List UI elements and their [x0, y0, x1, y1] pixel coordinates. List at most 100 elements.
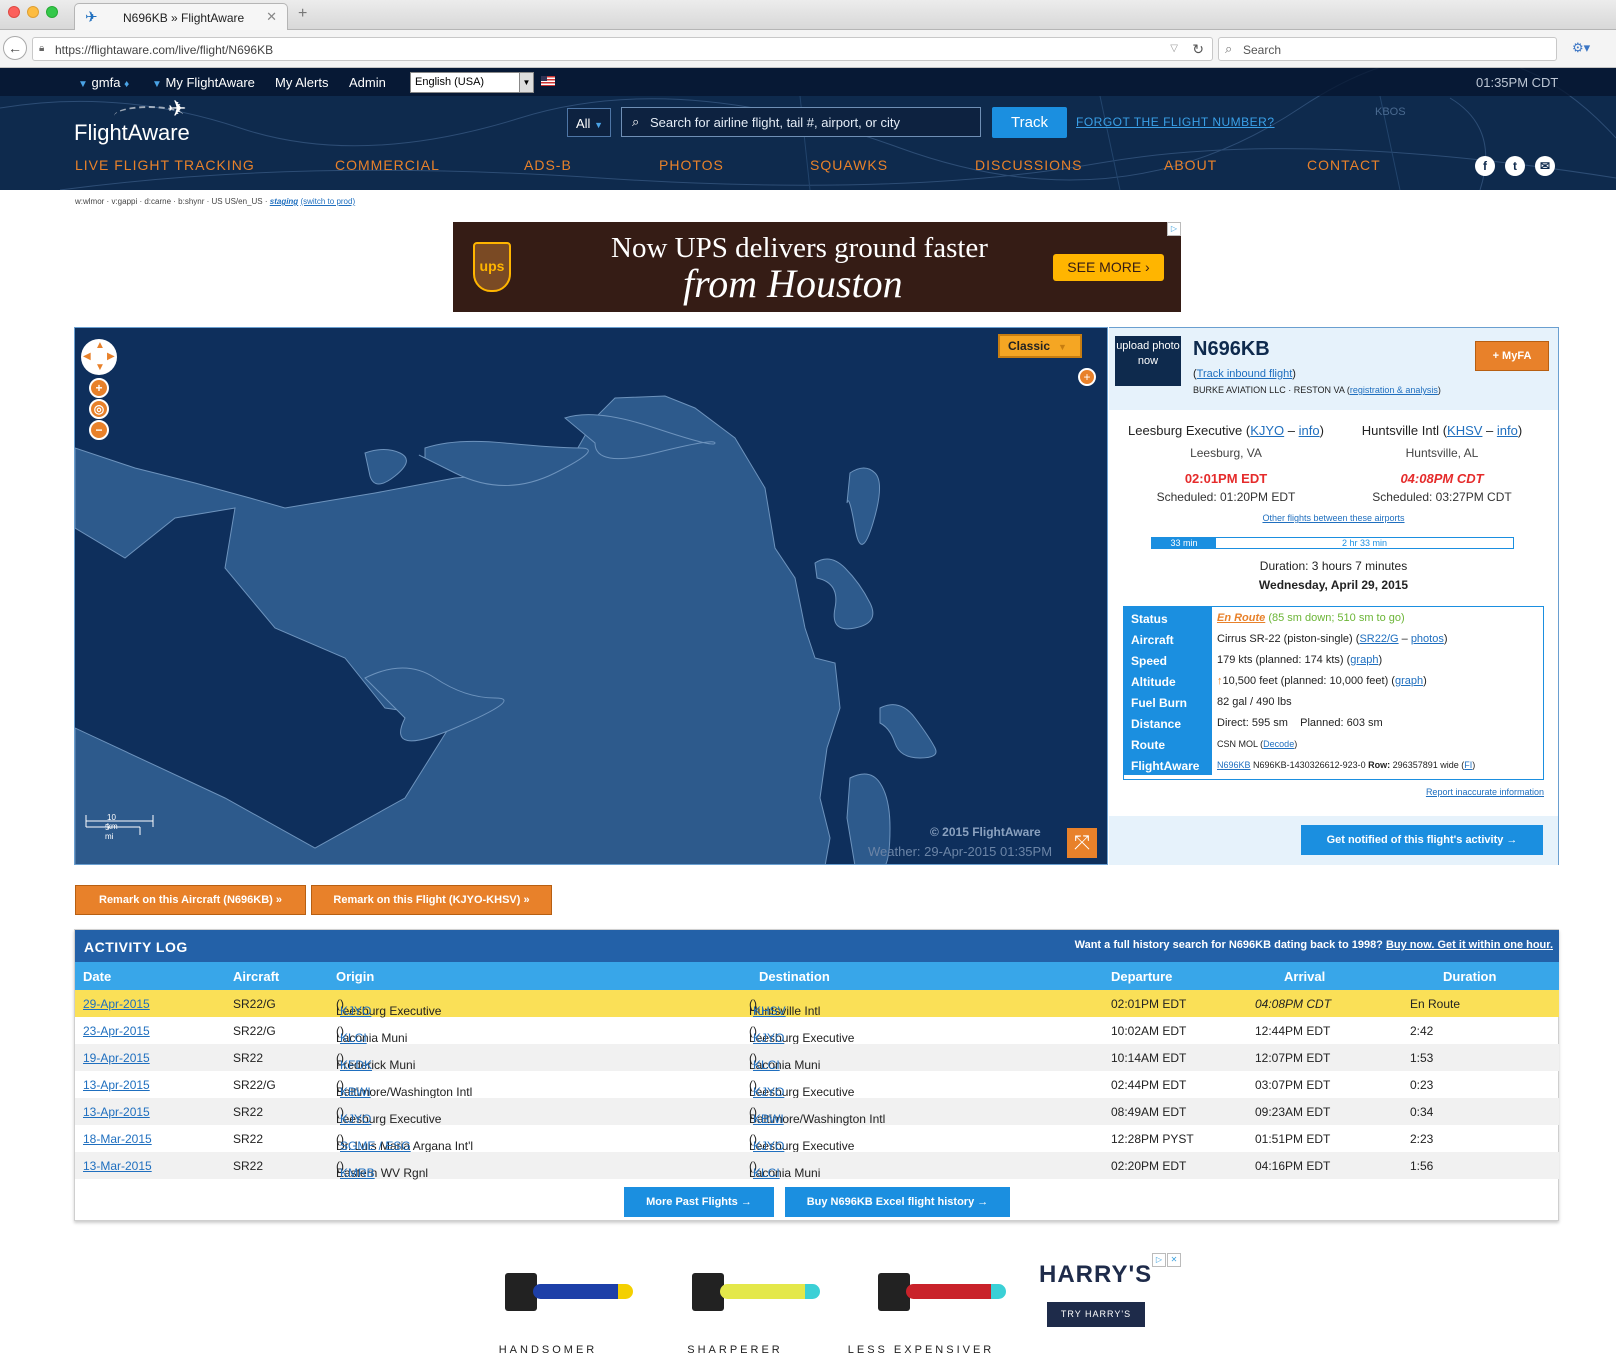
map-add-layer-icon[interactable]: +	[1078, 368, 1096, 386]
fullscreen-icon[interactable]: ⤧	[1067, 828, 1097, 858]
browser-search-input[interactable]: ⌕ Search	[1218, 37, 1557, 61]
aircraft-type-link[interactable]: SR22/G	[1359, 633, 1398, 645]
nav-about[interactable]: ABOUT	[1164, 157, 1217, 173]
zoom-in-button[interactable]: +	[89, 378, 109, 398]
col-aircraft[interactable]: Aircraft	[233, 969, 279, 984]
twitter-icon[interactable]: t	[1505, 156, 1525, 176]
track-button[interactable]: Track	[992, 107, 1067, 138]
row-origin-code-link[interactable]: KFDK	[340, 1058, 372, 1072]
remark-aircraft-button[interactable]: Remark on this Aircraft (N696KB) »	[75, 885, 306, 915]
row-date-link[interactable]: 13-Mar-2015	[83, 1159, 152, 1173]
altitude-graph-link[interactable]: graph	[1395, 675, 1423, 687]
nav-live-flight-tracking[interactable]: LIVE FLIGHT TRACKING	[75, 157, 255, 173]
table-row[interactable]: 18-Mar-2015 SR22 Dr. Luis Maria Argana Int…	[75, 1125, 1559, 1153]
map-layer-select[interactable]: Classic ▼	[998, 334, 1082, 358]
row-destination-code-link[interactable]: KJYO	[753, 1139, 784, 1153]
adchoices-icon[interactable]: ▷	[1152, 1253, 1166, 1267]
admin-link[interactable]: Admin	[349, 75, 386, 90]
maximize-window-button[interactable]	[46, 6, 58, 18]
fa-flight-link[interactable]: N696KB	[1217, 760, 1251, 770]
us-flag-icon[interactable]	[541, 76, 555, 86]
globe-icon[interactable]: ◎	[89, 399, 109, 419]
upload-photo-button[interactable]: upload photo now	[1115, 336, 1181, 386]
switch-to-prod-link[interactable]: (switch to prod)	[300, 197, 355, 206]
user-menu[interactable]: ▼ gmfa ♦	[78, 75, 129, 90]
ad-close-icon[interactable]: ✕	[1167, 1253, 1181, 1267]
nav-contact[interactable]: CONTACT	[1307, 157, 1381, 173]
get-notified-button[interactable]: Get notified of this flight's activity →	[1301, 825, 1543, 855]
table-row[interactable]: 23-Apr-2015 SR22/G Laconia Muni (KLCI) Lees…	[75, 1017, 1559, 1045]
my-flightaware-menu[interactable]: ▼ My FlightAware	[152, 75, 255, 90]
col-duration[interactable]: Duration	[1443, 969, 1496, 984]
nav-discussions[interactable]: DISCUSSIONS	[975, 157, 1082, 173]
close-window-button[interactable]	[8, 6, 20, 18]
table-row[interactable]: 13-Apr-2015 SR22 Leesburg Executive (KJYO)…	[75, 1098, 1559, 1126]
row-date-link[interactable]: 13-Apr-2015	[83, 1105, 150, 1119]
table-row[interactable]: 13-Mar-2015 SR22 Eastern WV Rgnl (KMRB) Lac…	[75, 1152, 1559, 1180]
report-inaccurate-link[interactable]: Report inaccurate information	[1426, 787, 1544, 797]
myfa-button[interactable]: + MyFA	[1475, 341, 1549, 371]
more-past-flights-button[interactable]: More Past Flights →	[624, 1187, 774, 1217]
col-date[interactable]: Date	[83, 969, 111, 984]
ups-ad-banner[interactable]: ups Now UPS delivers ground faster from …	[453, 222, 1181, 312]
staging-link[interactable]: staging	[270, 197, 298, 206]
col-departure[interactable]: Departure	[1111, 969, 1172, 984]
row-destination-code-link[interactable]: KJYO	[753, 1031, 784, 1045]
browser-tab[interactable]: ✈ N696KB » FlightAware ✕	[74, 3, 288, 31]
track-inbound-link[interactable]: (Track inbound flight)	[1193, 368, 1296, 380]
pan-control[interactable]: ▲ ▼ ◀ ▶	[81, 339, 117, 375]
row-date-link[interactable]: 13-Apr-2015	[83, 1078, 150, 1092]
buy-excel-history-button[interactable]: Buy N696KB Excel flight history →	[785, 1187, 1010, 1217]
harrys-ad-banner[interactable]: HANDSOMER SHARPERER LESS EXPENSIVER HARR…	[453, 1253, 1181, 1356]
destination-code-link[interactable]: KHSV	[1447, 423, 1482, 438]
back-button[interactable]: ←	[3, 36, 27, 60]
reload-icon[interactable]: ↻	[1192, 41, 1204, 58]
table-row[interactable]: 19-Apr-2015 SR22 Frederick Muni (KFDK) Laco…	[75, 1044, 1559, 1072]
row-origin-code-link[interactable]: SGME / ESG	[340, 1139, 411, 1153]
registration-link[interactable]: registration & analysis	[1350, 385, 1438, 395]
search-scope-select[interactable]: All ▼	[567, 108, 611, 137]
destination-info-link[interactable]: info	[1497, 423, 1518, 438]
row-date-link[interactable]: 19-Apr-2015	[83, 1051, 150, 1065]
nav-commercial[interactable]: COMMERCIAL	[335, 157, 440, 173]
see-more-button[interactable]: SEE MORE ›	[1053, 254, 1164, 281]
other-flights-link[interactable]: Other flights between these airports	[1109, 513, 1558, 523]
col-origin[interactable]: Origin	[336, 969, 374, 984]
row-date-link[interactable]: 18-Mar-2015	[83, 1132, 152, 1146]
adchoices-icon[interactable]: ▷	[1167, 222, 1181, 236]
status-link[interactable]: En Route	[1217, 612, 1265, 624]
route-decode-link[interactable]: Decode	[1263, 739, 1294, 749]
speed-graph-link[interactable]: graph	[1350, 654, 1378, 666]
row-origin-code-link[interactable]: KJYO	[340, 1112, 371, 1126]
nav-squawks[interactable]: SQUAWKS	[810, 157, 888, 173]
row-destination-code-link[interactable]: KJYO	[753, 1085, 784, 1099]
origin-info-link[interactable]: info	[1299, 423, 1320, 438]
row-destination-code-link[interactable]: KHSV	[753, 1004, 786, 1018]
row-date-link[interactable]: 23-Apr-2015	[83, 1024, 150, 1038]
table-row[interactable]: 13-Apr-2015 SR22/G Baltimore/Washington In…	[75, 1071, 1559, 1099]
tab-close-icon[interactable]: ✕	[266, 9, 277, 25]
facebook-icon[interactable]: f	[1475, 156, 1495, 176]
buy-history-link[interactable]: Buy now. Get it within one hour.	[1386, 939, 1553, 951]
new-tab-icon[interactable]: +	[298, 5, 307, 23]
row-origin-code-link[interactable]: KMRB	[340, 1166, 375, 1180]
flight-search-input[interactable]: ⌕ Search for airline flight, tail #, air…	[621, 107, 981, 137]
row-date-link[interactable]: 29-Apr-2015	[83, 997, 150, 1011]
row-destination-code-link[interactable]: KLCI	[753, 1058, 780, 1072]
remark-flight-button[interactable]: Remark on this Flight (KJYO-KHSV) »	[311, 885, 552, 915]
extension-icon[interactable]: ⚙▾	[1572, 40, 1590, 56]
url-bar[interactable]: 🔒︎ https://flightaware.com/live/flight/N…	[32, 37, 1213, 61]
forgot-flight-number-link[interactable]: FORGOT THE FLIGHT NUMBER?	[1076, 115, 1275, 129]
flight-map[interactable]: ▲ ▼ ◀ ▶ + ◎ − Classic ▼ + 10 km 5 mi © 2015 …	[74, 327, 1108, 865]
table-row[interactable]: 29-Apr-2015 SR22/G Leesburg Executive (KJY…	[75, 990, 1559, 1018]
zoom-out-button[interactable]: −	[89, 420, 109, 440]
my-alerts-link[interactable]: My Alerts	[275, 75, 328, 90]
minimize-window-button[interactable]	[27, 6, 39, 18]
row-destination-code-link[interactable]: KBWI	[753, 1112, 784, 1126]
row-origin-code-link[interactable]: KJYO	[340, 1004, 371, 1018]
url-dropdown-icon[interactable]: ▽	[1170, 43, 1178, 54]
try-harrys-button[interactable]: TRY HARRY'S	[1047, 1302, 1145, 1327]
col-destination[interactable]: Destination	[759, 969, 830, 984]
fi-link[interactable]: FI	[1464, 760, 1472, 770]
row-origin-code-link[interactable]: KBWI	[340, 1085, 371, 1099]
